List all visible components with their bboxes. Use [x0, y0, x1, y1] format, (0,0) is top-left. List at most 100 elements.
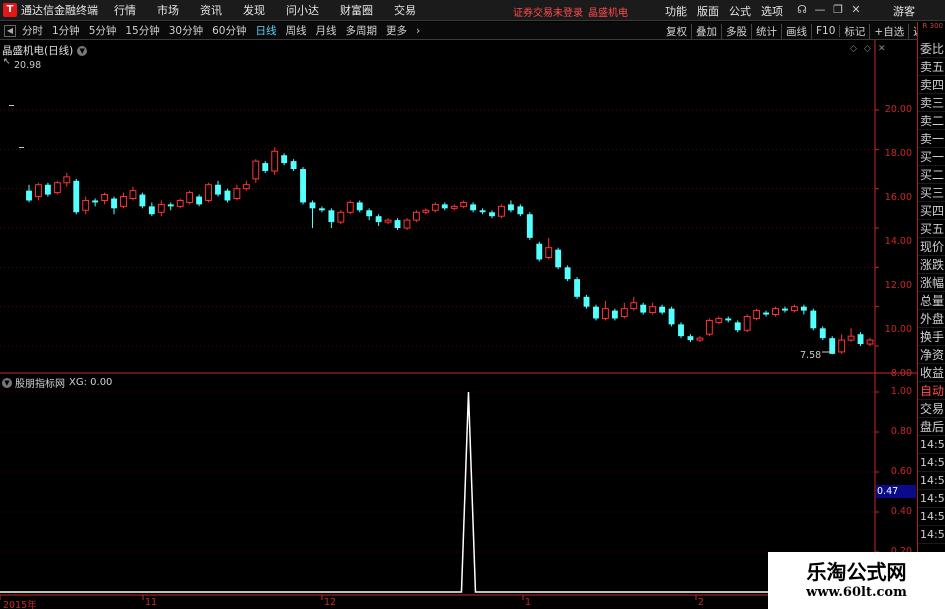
candle-body — [224, 190, 231, 201]
candle-body — [782, 308, 788, 311]
close-pane-icon[interactable]: ✕ — [878, 44, 886, 54]
ind-y-tick: 1.00 — [890, 386, 912, 397]
quote-row[interactable]: 自动 — [918, 382, 945, 400]
period-multi[interactable]: 多周期 — [346, 23, 378, 38]
quote-row[interactable]: 14:56 — [918, 526, 945, 544]
candle-body — [63, 176, 71, 184]
high-arrow-icon: ↖ — [3, 57, 11, 67]
quote-row[interactable]: 委比 — [918, 40, 945, 58]
quote-row[interactable]: 盘后 — [918, 418, 945, 436]
menu-zixun[interactable]: 资讯 — [200, 2, 222, 18]
y-tick: 8.00 — [890, 368, 912, 379]
candle-body — [772, 308, 779, 316]
headset-icon[interactable]: ☊ — [793, 3, 811, 16]
guest-login[interactable]: 游客 — [893, 3, 915, 19]
period-more[interactable]: 更多 — [386, 23, 407, 38]
menu-shichang[interactable]: 市场 — [157, 2, 179, 18]
kline-chart[interactable] — [0, 40, 917, 609]
period-fenshi[interactable]: 分时 — [22, 23, 43, 38]
candle-body — [129, 190, 137, 199]
close-icon[interactable]: ✕ — [847, 3, 865, 16]
tool-biaoji[interactable]: 标记 — [840, 23, 871, 39]
app-title: 通达信金融终端 — [21, 4, 98, 17]
quote-row[interactable]: 换手 — [918, 328, 945, 346]
candle-body — [44, 184, 51, 195]
period-60min[interactable]: 60分钟 — [212, 23, 246, 38]
restore-icon[interactable]: ❐ — [829, 3, 847, 16]
candle-body — [800, 306, 807, 311]
y-tick: 20.00 — [884, 104, 912, 115]
menu-banmian[interactable]: 版面 — [697, 3, 719, 19]
candle-body — [763, 312, 769, 315]
menu-gongshi[interactable]: 公式 — [729, 3, 751, 19]
quote-row[interactable]: 买三 — [918, 184, 945, 202]
candle-body — [601, 308, 609, 319]
quote-row[interactable]: 涨跌 — [918, 256, 945, 274]
quote-row[interactable]: 14:56 — [918, 490, 945, 508]
diamond-icon[interactable]: ◇ — [864, 44, 871, 54]
period-1min[interactable]: 1分钟 — [52, 23, 80, 38]
diamond-icon[interactable]: ◇ — [850, 44, 857, 54]
high-price-label: 20.98 — [14, 60, 42, 71]
quote-row[interactable]: 总量 — [918, 292, 945, 310]
y-tick: 16.00 — [884, 192, 912, 203]
tool-fuquan[interactable]: 复权 — [662, 23, 692, 39]
period-daily[interactable]: 日线 — [256, 23, 277, 38]
quote-row[interactable]: 外盘 — [918, 310, 945, 328]
candle-body — [120, 196, 127, 207]
menu-gongneng[interactable]: 功能 — [665, 3, 687, 19]
period-30min[interactable]: 30分钟 — [169, 23, 203, 38]
tool-duogu[interactable]: 多股 — [722, 23, 752, 39]
menu-caifuquan[interactable]: 财富圈 — [340, 2, 373, 18]
period-monthly[interactable]: 月线 — [316, 23, 337, 38]
quote-row[interactable]: 交易 — [918, 400, 945, 418]
candle-body — [640, 304, 647, 313]
quote-row[interactable]: 买四 — [918, 202, 945, 220]
menu-wenxiaoda[interactable]: 问小达 — [286, 2, 319, 18]
quote-row[interactable]: 14:56 — [918, 508, 945, 526]
period-weekly[interactable]: 周线 — [286, 23, 307, 38]
minimize-icon[interactable]: — — [811, 3, 829, 16]
candle-body — [659, 306, 666, 313]
trade-login-status[interactable]: 证券交易未登录 — [513, 4, 583, 19]
candle-body — [73, 180, 80, 213]
tool-diejia[interactable]: 叠加 — [692, 23, 722, 39]
chevron-down-icon[interactable]: ▼ — [77, 45, 88, 56]
quote-row[interactable]: 净资 — [918, 346, 945, 364]
candle-body — [271, 150, 279, 172]
x-tick: 12 — [324, 597, 337, 608]
period-15min[interactable]: 15分钟 — [125, 23, 159, 38]
tool-f10[interactable]: F10 — [812, 25, 841, 37]
chevron-down-icon[interactable]: ▼ — [2, 377, 12, 388]
menu-hangqing[interactable]: 行情 — [114, 2, 136, 18]
tool-tongji[interactable]: 统计 — [752, 23, 782, 39]
quote-row[interactable]: 14:56 — [918, 436, 945, 454]
quote-row[interactable]: 14:56 — [918, 472, 945, 490]
candle-body — [678, 324, 684, 337]
candle-body — [489, 212, 495, 217]
quote-row[interactable]: 14:56 — [918, 454, 945, 472]
current-stock-status: 晶盛机电 — [588, 8, 628, 19]
tool-huaxian[interactable]: 画线 — [782, 23, 812, 39]
quote-row[interactable]: 买二 — [918, 166, 945, 184]
quote-row[interactable]: 卖五 — [918, 58, 945, 76]
quote-row[interactable]: 卖一 — [918, 130, 945, 148]
menu-faxian[interactable]: 发现 — [243, 2, 265, 18]
candle-body — [753, 310, 761, 319]
menu-jiaoyi[interactable]: 交易 — [394, 2, 416, 18]
quote-row[interactable]: 买五 — [918, 220, 945, 238]
quote-row[interactable]: 卖四 — [918, 76, 945, 94]
chevron-right-icon[interactable]: › — [416, 25, 420, 37]
quote-row[interactable]: 卖二 — [918, 112, 945, 130]
quote-panel: R 300 委比 卖五 卖四 卖三 卖二 卖一 买一 买二 买三 买四 买五 现价 涨跌 涨幅 总量 外盘 换手… — [917, 22, 945, 609]
period-5min[interactable]: 5分钟 — [89, 23, 117, 38]
menu-xuanxiang[interactable]: 选项 — [761, 3, 783, 19]
quote-row[interactable]: 买一 — [918, 148, 945, 166]
quote-row[interactable]: 现价 — [918, 238, 945, 256]
quote-row[interactable]: 涨幅 — [918, 274, 945, 292]
quote-row[interactable]: 卖三 — [918, 94, 945, 112]
tool-add-favorite[interactable]: +自选 — [870, 23, 910, 39]
candle-body — [470, 204, 477, 211]
back-arrow-icon[interactable]: ◀ — [4, 24, 16, 37]
quote-row[interactable]: 收益 — [918, 364, 945, 382]
